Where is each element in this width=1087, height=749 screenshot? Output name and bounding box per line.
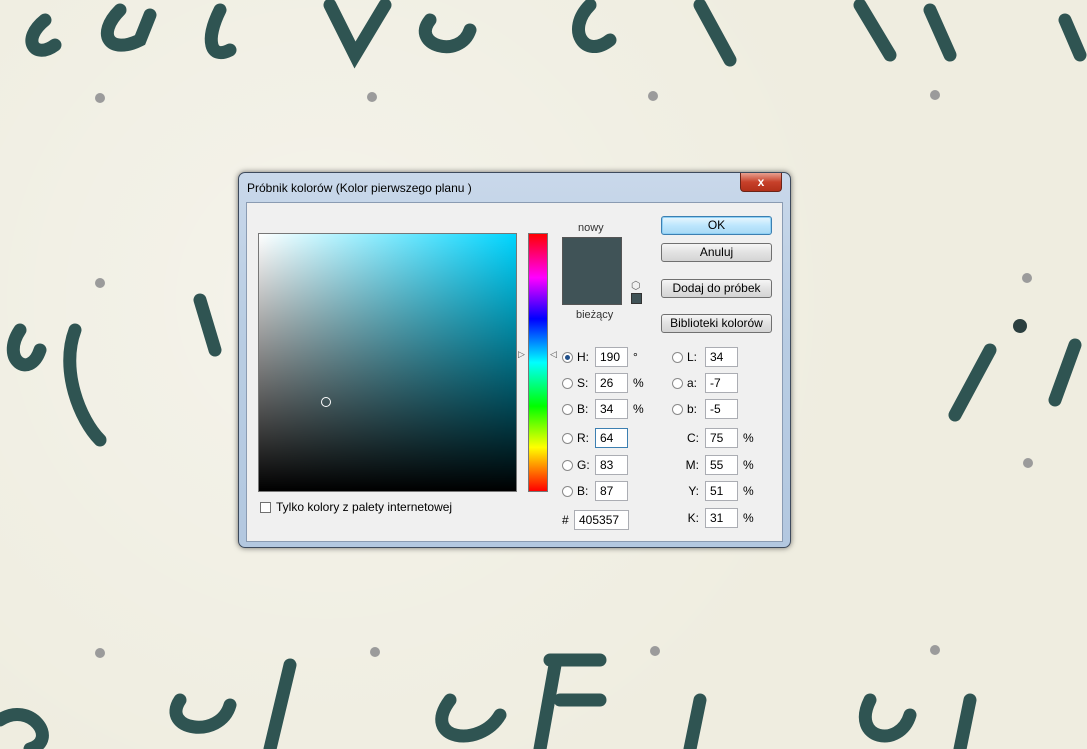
current-color-label: bieżący <box>576 309 614 321</box>
hue-slider-right-arrow-icon[interactable]: ◁ <box>550 349 557 360</box>
magenta-row: M: 55 % <box>677 455 754 475</box>
blue-label: B: <box>577 484 589 498</box>
saturation-input[interactable]: 26 <box>595 373 628 393</box>
hue-row: H: 190 ° <box>562 347 638 367</box>
blue-radio[interactable] <box>562 485 573 497</box>
hue-label: H: <box>577 350 589 364</box>
brightness-label: B: <box>577 402 589 416</box>
red-label: R: <box>577 431 589 445</box>
blue-input[interactable]: 87 <box>595 481 628 501</box>
new-color-label: nowy <box>578 222 604 234</box>
hue-radio[interactable] <box>562 351 573 363</box>
brightness-input[interactable]: 34 <box>595 399 628 419</box>
cube-icon[interactable]: ⬡ <box>631 279 641 292</box>
web-colors-only-label: Tylko kolory z palety internetowej <box>276 500 453 514</box>
hue-unit: ° <box>633 350 638 364</box>
saturation-row: S: 26 % <box>562 373 644 393</box>
current-color-swatch[interactable] <box>563 271 621 304</box>
lab-l-radio[interactable] <box>672 351 683 363</box>
web-colors-only-checkbox[interactable] <box>260 501 271 513</box>
yellow-row: Y: 51 % <box>677 481 754 501</box>
green-radio[interactable] <box>562 459 573 471</box>
dialog-title: Próbnik kolorów (Kolor pierwszego planu … <box>247 181 472 195</box>
saturation-unit: % <box>633 376 644 390</box>
magenta-label: M: <box>685 458 699 472</box>
web-safe-color-swatch[interactable] <box>631 293 642 304</box>
magenta-unit: % <box>743 458 754 472</box>
magenta-input[interactable]: 55 <box>705 455 738 475</box>
blue-row: B: 87 <box>562 481 628 501</box>
black-input[interactable]: 31 <box>705 508 738 528</box>
hue-slider-left-arrow-icon[interactable]: ▷ <box>518 349 525 360</box>
red-radio[interactable] <box>562 432 573 444</box>
lab-b-row: b: -5 <box>672 399 738 419</box>
red-input[interactable]: 64 <box>595 428 628 448</box>
cyan-unit: % <box>743 431 754 445</box>
cyan-input[interactable]: 75 <box>705 428 738 448</box>
lab-a-input[interactable]: -7 <box>705 373 738 393</box>
color-field[interactable] <box>258 233 517 492</box>
brightness-row: B: 34 % <box>562 399 644 419</box>
cyan-label: C: <box>687 431 699 445</box>
black-label: K: <box>687 511 699 525</box>
lab-b-radio[interactable] <box>672 403 683 415</box>
lab-a-label: a: <box>687 376 698 390</box>
lab-b-input[interactable]: -5 <box>705 399 738 419</box>
hue-slider[interactable] <box>528 233 548 492</box>
yellow-input[interactable]: 51 <box>705 481 738 501</box>
hue-input[interactable]: 190 <box>595 347 628 367</box>
web-colors-only-option[interactable]: Tylko kolory z palety internetowej <box>260 500 452 514</box>
hex-label: # <box>562 513 569 527</box>
lab-b-label: b: <box>687 402 698 416</box>
add-to-swatches-button[interactable]: Dodaj do próbek <box>661 279 772 298</box>
green-label: G: <box>577 458 590 472</box>
saturation-label: S: <box>577 376 589 390</box>
brightness-unit: % <box>633 402 644 416</box>
dialog-content: ▷ ◁ Tylko kolory z palety internetowej n… <box>246 202 783 542</box>
green-row: G: 83 <box>562 455 628 475</box>
close-icon: x <box>757 175 765 189</box>
color-comparison-swatch <box>562 237 622 305</box>
lab-a-row: a: -7 <box>672 373 738 393</box>
lab-l-input[interactable]: 34 <box>705 347 738 367</box>
hex-row: # 405357 <box>562 510 629 530</box>
cancel-button[interactable]: Anuluj <box>661 243 772 262</box>
lab-l-label: L: <box>687 350 698 364</box>
lab-a-radio[interactable] <box>672 377 683 389</box>
ok-button[interactable]: OK <box>661 216 772 235</box>
yellow-label: Y: <box>688 484 699 498</box>
red-row: R: 64 <box>562 428 628 448</box>
color-libraries-button[interactable]: Biblioteki kolorów <box>661 314 772 333</box>
saturation-radio[interactable] <box>562 377 573 389</box>
black-unit: % <box>743 511 754 525</box>
color-field-marker[interactable] <box>321 397 331 407</box>
black-row: K: 31 % <box>677 508 754 528</box>
new-color-swatch <box>563 238 621 271</box>
yellow-unit: % <box>743 484 754 498</box>
color-picker-dialog: Próbnik kolorów (Kolor pierwszego planu … <box>238 172 791 548</box>
cyan-row: C: 75 % <box>677 428 754 448</box>
green-input[interactable]: 83 <box>595 455 628 475</box>
title-bar[interactable]: Próbnik kolorów (Kolor pierwszego planu … <box>239 173 790 203</box>
brightness-radio[interactable] <box>562 403 573 415</box>
close-button[interactable]: x <box>740 173 782 192</box>
hex-input[interactable]: 405357 <box>574 510 629 530</box>
lab-l-row: L: 34 <box>672 347 738 367</box>
